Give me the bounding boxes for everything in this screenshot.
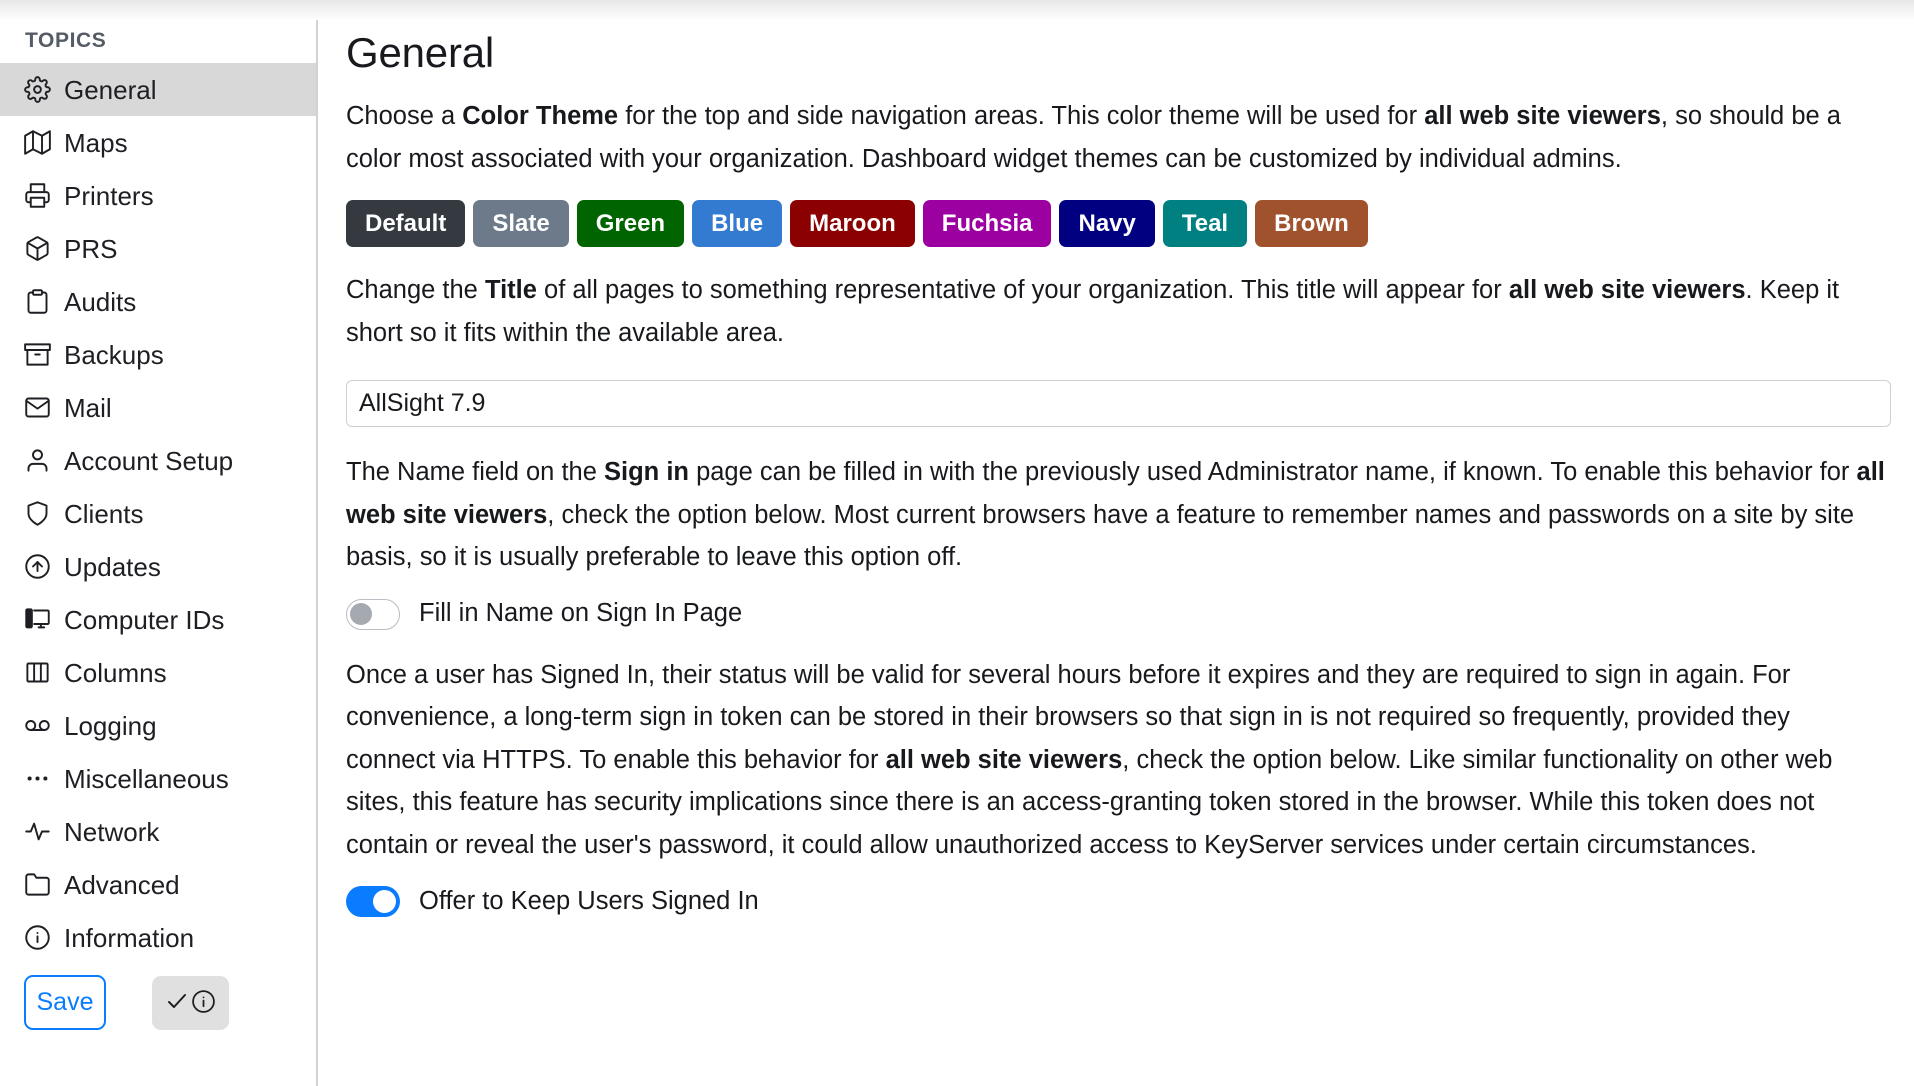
- text-segment: , check the option below. Most current b…: [346, 500, 1855, 572]
- sidebar-item-account-setup[interactable]: Account Setup: [0, 434, 316, 487]
- sidebar-item-clients[interactable]: Clients: [0, 487, 316, 540]
- sidebar-item-label: Updates: [64, 552, 161, 582]
- sidebar-item-label: Logging: [64, 711, 157, 741]
- clipboard-icon: [24, 288, 51, 315]
- sidebar-item-label: Clients: [64, 499, 144, 529]
- sidebar-item-miscellaneous[interactable]: Miscellaneous: [0, 752, 316, 805]
- sidebar-item-label: Miscellaneous: [64, 764, 229, 794]
- sidebar-item-general[interactable]: General: [0, 63, 316, 116]
- keep-signed-in-toggle-row: Offer to Keep Users Signed In: [346, 886, 1886, 917]
- sidebar-nav-list: General Maps Printers PRS Audits Backups…: [0, 63, 316, 964]
- fill-name-toggle-label: Fill in Name on Sign In Page: [419, 599, 743, 628]
- toggle-knob: [373, 890, 396, 913]
- theme-button-navy[interactable]: Navy: [1059, 200, 1155, 247]
- title-description: Change the Title of all pages to somethi…: [346, 269, 1886, 354]
- text-bold-title: Title: [484, 276, 537, 304]
- sidebar-item-label: Audits: [64, 287, 137, 317]
- theme-button-slate[interactable]: Slate: [473, 200, 569, 247]
- sidebar-item-backups[interactable]: Backups: [0, 328, 316, 381]
- keep-signed-in-toggle-label: Offer to Keep Users Signed In: [419, 886, 759, 915]
- toggle-knob: [350, 602, 372, 625]
- map-icon: [24, 129, 51, 156]
- sidebar-item-prs[interactable]: PRS: [0, 222, 316, 275]
- fill-name-toggle-row: Fill in Name on Sign In Page: [346, 598, 1886, 630]
- settings-page: TOPICS General Maps Printers PRS Audits …: [0, 0, 1914, 1086]
- activity-icon: [24, 818, 51, 845]
- text-segment: of all pages to something representative…: [536, 276, 1509, 304]
- sidebar-item-printers[interactable]: Printers: [0, 169, 316, 222]
- theme-button-maroon[interactable]: Maroon: [790, 200, 915, 247]
- color-theme-description: Choose a Color Theme for the top and sid…: [346, 95, 1886, 180]
- sidebar-item-maps[interactable]: Maps: [0, 116, 316, 169]
- signin-name-description: The Name field on the Sign in page can b…: [346, 451, 1886, 579]
- text-segment: for the top and side navigation areas. T…: [618, 102, 1425, 130]
- keep-signed-in-toggle[interactable]: [346, 886, 400, 917]
- sidebar: TOPICS General Maps Printers PRS Audits …: [0, 0, 318, 1086]
- desktop-icon: [24, 606, 51, 633]
- sidebar-item-label: Backups: [64, 340, 164, 370]
- text-segment: page can be filled in with the previousl…: [688, 458, 1857, 486]
- theme-button-fuchsia[interactable]: Fuchsia: [922, 200, 1052, 247]
- sidebar-item-label: Computer IDs: [64, 605, 225, 635]
- sidebar-item-audits[interactable]: Audits: [0, 275, 316, 328]
- verify-settings-button[interactable]: [152, 975, 229, 1030]
- sidebar-item-label: Mail: [64, 393, 112, 423]
- sidebar-item-label: Printers: [64, 181, 154, 211]
- envelope-icon: [24, 394, 51, 421]
- sidebar-header-topics: TOPICS: [25, 29, 107, 52]
- check-icon: [165, 989, 189, 1016]
- gear-icon: [24, 76, 51, 103]
- sidebar-item-network[interactable]: Network: [0, 805, 316, 858]
- info-circle-icon: [191, 989, 216, 1017]
- save-button[interactable]: Save: [24, 975, 106, 1030]
- sidebar-item-label: Advanced: [64, 870, 180, 900]
- text-segment: Choose a: [346, 102, 463, 130]
- voicemail-icon: [24, 712, 51, 739]
- archive-icon: [24, 341, 51, 368]
- ellipsis-icon: [24, 765, 51, 792]
- text-bold-all-web-site-viewers: all web site viewers: [1508, 276, 1746, 304]
- sidebar-item-label: Account Setup: [64, 446, 234, 476]
- sidebar-item-information[interactable]: Information: [0, 911, 316, 964]
- text-bold-all-web-site-viewers: all web site viewers: [885, 745, 1123, 774]
- sidebar-item-label: Information: [64, 923, 195, 953]
- main-content: General Choose a Color Theme for the top…: [318, 0, 1914, 1086]
- text-bold-all-web-site-viewers: all web site viewers: [1424, 102, 1661, 130]
- sidebar-item-computer-ids[interactable]: Computer IDs: [0, 593, 316, 646]
- folder-icon: [24, 871, 51, 898]
- columns-icon: [24, 659, 51, 686]
- theme-button-brown[interactable]: Brown: [1255, 200, 1368, 247]
- printer-icon: [24, 182, 51, 209]
- site-title-input[interactable]: [346, 380, 1891, 427]
- sidebar-item-label: Columns: [64, 658, 167, 688]
- theme-button-default[interactable]: Default: [346, 200, 466, 247]
- shield-icon: [24, 500, 51, 527]
- sidebar-item-mail[interactable]: Mail: [0, 381, 316, 434]
- sidebar-item-logging[interactable]: Logging: [0, 699, 316, 752]
- sidebar-item-updates[interactable]: Updates: [0, 540, 316, 593]
- color-theme-button-row: Default Slate Green Blue Maroon Fuchsia …: [346, 200, 1886, 247]
- text-bold-color-theme: Color Theme: [462, 102, 619, 130]
- text-segment: Change the: [346, 276, 485, 304]
- text-segment: The Name field on the: [346, 458, 604, 486]
- theme-button-blue[interactable]: Blue: [692, 200, 783, 247]
- theme-button-green[interactable]: Green: [576, 200, 685, 247]
- info-circle-icon: [24, 924, 51, 951]
- sidebar-item-label: Network: [64, 817, 160, 847]
- arrow-up-circle-icon: [24, 553, 51, 580]
- sidebar-item-advanced[interactable]: Advanced: [0, 858, 316, 911]
- theme-button-teal[interactable]: Teal: [1162, 200, 1248, 247]
- keep-signed-in-description: Once a user has Signed In, their status …: [346, 654, 1886, 867]
- person-icon: [24, 447, 51, 474]
- sidebar-item-label: PRS: [64, 234, 118, 264]
- fill-name-toggle[interactable]: [346, 598, 400, 630]
- sidebar-item-label: General: [64, 75, 157, 105]
- sidebar-item-label: Maps: [64, 128, 128, 158]
- sidebar-footer: Save: [0, 975, 318, 1086]
- text-bold-sign-in: Sign in: [603, 458, 689, 486]
- box-icon: [24, 235, 51, 262]
- sidebar-item-columns[interactable]: Columns: [0, 646, 316, 699]
- page-title: General: [346, 29, 495, 76]
